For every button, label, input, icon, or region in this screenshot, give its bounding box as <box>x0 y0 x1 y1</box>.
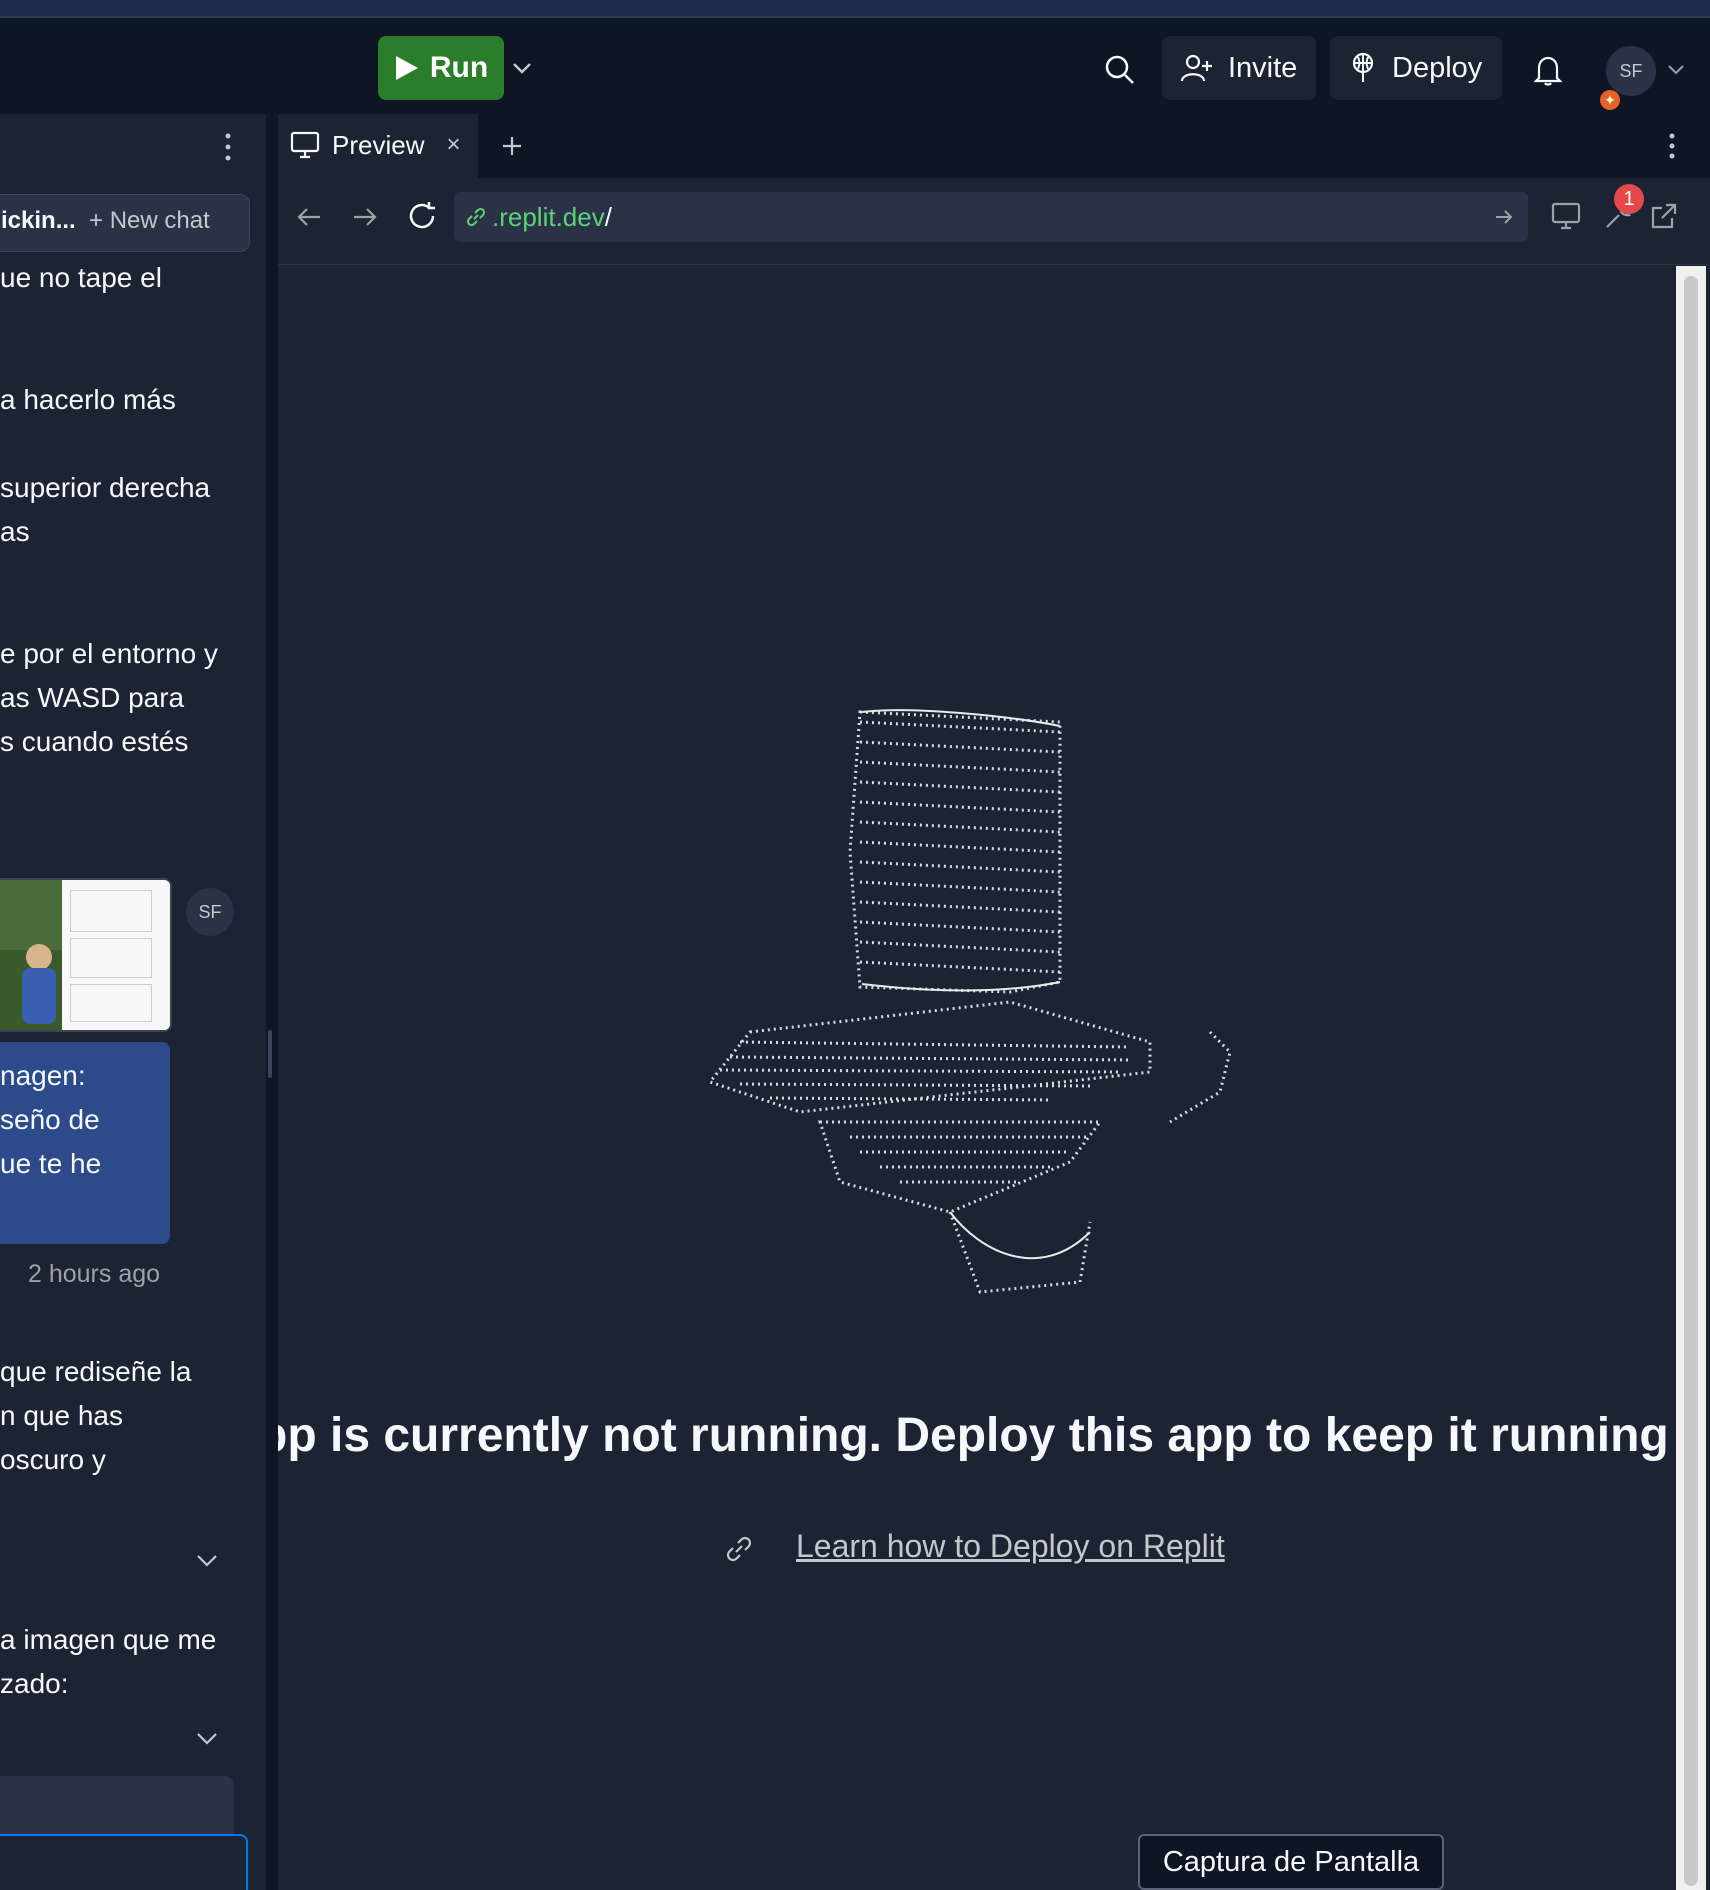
chat-message-line: zado: <box>0 1668 69 1699</box>
warning-count-badge: 1 <box>1614 184 1644 214</box>
open-external-icon[interactable] <box>1646 198 1682 234</box>
invite-label: Invite <box>1228 51 1298 84</box>
monitor-icon <box>290 131 320 159</box>
chat-message-line: n que has <box>0 1400 123 1431</box>
user-message-line: nagen: <box>0 1060 86 1091</box>
chat-message-line: a imagen que me <box>0 1624 217 1655</box>
add-user-icon <box>1180 54 1212 82</box>
deploy-icon <box>1352 52 1374 82</box>
chat-header: ickin... + New chat <box>0 194 250 252</box>
play-icon <box>395 56 418 80</box>
preview-pane: Preview × .replit.dev / pp is currently … <box>278 114 1710 1890</box>
link-icon <box>726 1536 752 1562</box>
expand-chevron-down-icon[interactable] <box>196 1554 218 1573</box>
avatar-status-icon: ✦ <box>1600 90 1620 110</box>
account-chevron-down-icon[interactable] <box>1664 58 1688 82</box>
tab-label: Preview <box>332 129 425 160</box>
run-options-chevron-icon[interactable] <box>508 54 536 82</box>
link-icon <box>466 207 486 227</box>
tab-strip <box>278 114 1710 179</box>
chat-message-line: s cuando estés <box>0 726 189 757</box>
run-label: Run <box>429 51 489 84</box>
scrollbar-thumb[interactable] <box>1684 276 1698 1886</box>
chat-message-line: que rediseñe la <box>0 1356 192 1387</box>
deploy-button[interactable]: Deploy <box>1330 36 1502 100</box>
top-bar: Run Invite Deploy SF ✦ <box>0 18 1710 118</box>
close-tab-icon[interactable]: × <box>446 131 460 159</box>
user-avatar: SF <box>186 888 234 936</box>
new-chat-button[interactable]: + New chat <box>89 207 210 235</box>
invite-button[interactable]: Invite <box>1162 36 1316 100</box>
chat-message-line: e por el entorno y <box>0 638 218 669</box>
chat-title[interactable]: ickin... <box>1 207 76 235</box>
add-tab-plus-icon[interactable] <box>496 130 528 162</box>
device-monitor-icon[interactable] <box>1548 198 1584 234</box>
panel-resize-handle[interactable] <box>268 1030 272 1078</box>
search-icon[interactable] <box>1100 50 1140 90</box>
learn-deploy-link[interactable]: Learn how to Deploy on Replit <box>796 1528 1225 1565</box>
bell-icon[interactable] <box>1528 50 1568 90</box>
window-top-border <box>0 0 1710 18</box>
user-message-line: ue te he <box>0 1148 102 1179</box>
attached-screenshot-thumbnail[interactable] <box>0 878 172 1032</box>
tooltip: Captura de Pantalla <box>1138 1834 1444 1890</box>
chat-menu-dots-icon[interactable] <box>222 132 234 167</box>
refresh-icon[interactable] <box>404 198 440 234</box>
message-timestamp: 2 hours ago <box>28 1260 161 1288</box>
pane-menu-dots-icon[interactable] <box>1662 130 1682 162</box>
chat-message-line: ue no tape el <box>0 262 162 293</box>
chat-message-line: a hacerlo más <box>0 384 176 415</box>
forward-arrow-icon[interactable] <box>348 200 382 234</box>
preview-scrollbar[interactable] <box>1676 266 1706 1890</box>
url-host: .replit.dev <box>492 201 605 232</box>
url-bar[interactable]: .replit.dev / <box>454 192 1528 242</box>
tab-preview[interactable]: Preview × <box>278 114 478 178</box>
new-chat-label: New chat <box>109 207 210 234</box>
go-arrow-icon[interactable] <box>1494 208 1514 226</box>
chat-message-line: superior derecha <box>0 472 211 503</box>
preview-toolbar: .replit.dev / <box>278 178 1710 265</box>
replit-top-hat-ascii-art <box>707 709 1232 1294</box>
url-path: / <box>604 201 612 232</box>
chat-panel: ickin... + New chat ue no tape el a hace… <box>0 114 266 1890</box>
back-arrow-icon[interactable] <box>292 200 326 234</box>
expand-chevron-down-icon[interactable] <box>196 1732 218 1751</box>
preview-viewport: pp is currently not running. Deploy this… <box>278 266 1670 1890</box>
deploy-label: Deploy <box>1392 51 1483 84</box>
user-message-line: seño de <box>0 1104 100 1135</box>
chat-message-line: oscuro y <box>0 1444 106 1475</box>
plus-icon: + <box>89 207 104 234</box>
chat-input-field[interactable] <box>0 1834 248 1890</box>
avatar[interactable]: SF <box>1606 46 1656 96</box>
app-not-running-message: pp is currently not running. Deploy this… <box>278 1409 1670 1462</box>
chat-message-line: as <box>0 516 30 547</box>
run-button[interactable]: Run <box>378 36 504 100</box>
chat-message-line: as WASD para <box>0 682 185 713</box>
